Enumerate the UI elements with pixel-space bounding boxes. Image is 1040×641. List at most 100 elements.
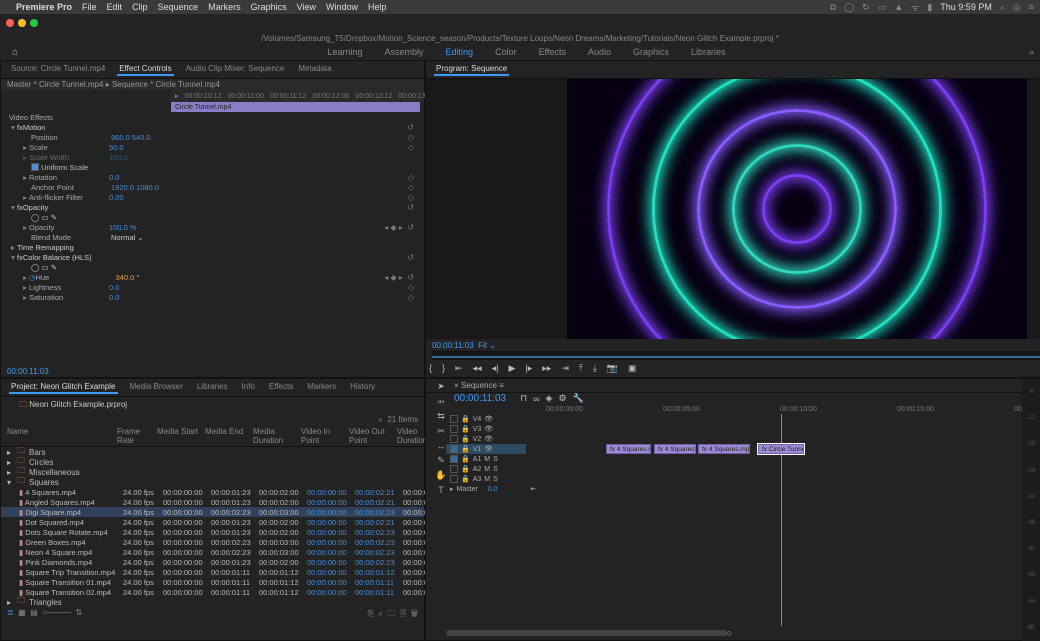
project-file-row[interactable]: ▮ Square Transition 01.mp424.00 fps00:00…: [1, 577, 424, 587]
lightness-value[interactable]: 0.0: [109, 283, 119, 292]
go-in-icon[interactable]: ⇤: [455, 363, 463, 374]
go-out-icon[interactable]: ⇥: [561, 363, 569, 374]
project-file-row[interactable]: ▮ Digi Square.mp424.00 fps00:00:00:0000:…: [1, 507, 424, 517]
colorbalance-heading[interactable]: Color Balance (HLS): [23, 253, 92, 262]
ripple-tool-icon[interactable]: ⇆: [429, 411, 453, 422]
keyframe-nav[interactable]: ◂ ◆ ▸ ↺: [384, 273, 414, 282]
bin-folder[interactable]: ▸🗀Triangles: [1, 597, 424, 607]
timeline-zoom-bar[interactable]: ○: [426, 626, 1040, 640]
timeline-clip[interactable]: fx 4 Squares.mp4: [654, 444, 696, 454]
twirl-icon[interactable]: ▾: [9, 203, 17, 212]
find-icon[interactable]: ⌕: [379, 609, 383, 618]
reset-icon[interactable]: ↺: [407, 123, 414, 132]
motion-heading[interactable]: Motion: [23, 123, 46, 132]
program-tc[interactable]: 00:00:11:03: [432, 341, 474, 350]
dropbox-icon[interactable]: ⧉: [830, 2, 836, 13]
project-file-row[interactable]: ▮ Neon 4 Square.mp424.00 fps00:00:00:000…: [1, 547, 424, 557]
project-file-row[interactable]: ▮ Square Transition 02.mp424.00 fps00:00…: [1, 587, 424, 597]
menu-file[interactable]: File: [82, 2, 97, 12]
track-select-tool-icon[interactable]: ⤔: [429, 396, 453, 407]
timeline-clip[interactable]: fx 4 Squares.mp4: [698, 444, 750, 454]
timeremap-heading[interactable]: Time Remapping: [17, 243, 74, 252]
marker-icon[interactable]: ◈: [546, 393, 553, 404]
zoom-fit[interactable]: Fit: [478, 341, 487, 350]
project-file-row[interactable]: ▮ Pink Diamonds.mp424.00 fps00:00:00:000…: [1, 557, 424, 567]
battery-icon[interactable]: ▮: [927, 2, 932, 13]
hand-tool-icon[interactable]: ✋: [429, 470, 453, 481]
app-name[interactable]: Premiere Pro: [16, 2, 72, 12]
col-ms[interactable]: Media Start: [157, 427, 205, 445]
col-md[interactable]: Media Duration: [253, 427, 301, 445]
step-fwd1-icon[interactable]: |▸: [525, 363, 532, 374]
new-bin-icon[interactable]: 🗀: [387, 609, 395, 618]
ws-color[interactable]: Color: [493, 46, 519, 58]
playhead-icon[interactable]: ▸: [175, 92, 179, 100]
ec-time-ruler[interactable]: ▸ 00:00:10:12 00:00:11:00 00:00:11:12 00…: [171, 90, 424, 102]
mark-out-icon[interactable]: }: [442, 363, 445, 374]
col-name[interactable]: Name: [7, 427, 117, 445]
menu-view[interactable]: View: [297, 2, 316, 12]
ec-current-tc[interactable]: 00:00:11:03: [7, 367, 49, 376]
timeline-clip-area[interactable]: fx 4 Squares.mp4fx 4 Squares.mp4fx 4 Squ…: [526, 414, 1040, 626]
twirl-icon[interactable]: ▾: [9, 123, 17, 132]
step-back1-icon[interactable]: ◂|: [492, 363, 499, 374]
list-view-icon[interactable]: ≣: [7, 608, 14, 617]
project-file-row[interactable]: ▮ Angled Squares.mp424.00 fps00:00:00:00…: [1, 497, 424, 507]
col-vo[interactable]: Video Out Point: [349, 427, 397, 445]
tab-media-browser[interactable]: Media Browser: [128, 381, 185, 394]
keyframe-icon[interactable]: ◇: [408, 143, 414, 152]
tab-program[interactable]: Program: Sequence: [434, 63, 509, 76]
twirl-icon[interactable]: ▸: [21, 143, 29, 152]
menu-edit[interactable]: Edit: [107, 2, 123, 12]
tab-libraries[interactable]: Libraries: [195, 381, 230, 394]
extract-icon[interactable]: ⤓: [593, 363, 597, 374]
menu-window[interactable]: Window: [326, 2, 358, 12]
ws-effects[interactable]: Effects: [537, 46, 568, 58]
timeline-ruler[interactable]: 00:00:00:00 00:00:05:00 00:00:10:00 00:0…: [426, 404, 1040, 414]
program-scrubber[interactable]: [432, 351, 1040, 360]
display-icon[interactable]: ▭: [878, 2, 887, 13]
lift-icon[interactable]: ⤒: [579, 363, 583, 374]
project-file-row[interactable]: ▮ 4 Squares.mp424.00 fps00:00:00:0000:00…: [1, 487, 424, 497]
timeline-tc[interactable]: 00:00:11:03: [446, 393, 514, 404]
twirl-icon[interactable]: ▸: [9, 243, 17, 252]
ws-assembly[interactable]: Assembly: [383, 46, 426, 58]
blend-value[interactable]: Normal: [111, 233, 135, 242]
mask-rect-icon[interactable]: ▭: [42, 213, 49, 222]
audio-meters[interactable]: -6-12-18-24-30-36-42-48-54dB: [1022, 379, 1040, 641]
position-value[interactable]: 960.0 540.0: [111, 133, 151, 142]
step-back-icon[interactable]: ◂◂: [473, 363, 482, 374]
saturation-value[interactable]: 0.0: [109, 293, 119, 302]
ec-clip-bar[interactable]: Circle Tunnel.mp4: [171, 102, 420, 112]
keyframe-icon[interactable]: ◇: [408, 133, 414, 142]
cc-icon[interactable]: ◯: [844, 2, 854, 13]
chevron-down-icon[interactable]: ⌄: [137, 233, 143, 242]
rotation-value[interactable]: 0.0: [109, 173, 119, 182]
sort-icon[interactable]: ⇅: [75, 608, 82, 617]
tab-markers[interactable]: Markers: [305, 381, 338, 394]
icon-view-icon[interactable]: ▦: [18, 608, 26, 617]
export-frame-icon[interactable]: 📷: [607, 363, 618, 374]
maximize-icon[interactable]: [30, 19, 38, 27]
opacity-heading[interactable]: Opacity: [23, 203, 48, 212]
filter-icon[interactable]: ⌕: [378, 415, 382, 425]
anchor-value[interactable]: 1920.0 1080.0: [111, 183, 159, 192]
keyframe-icon[interactable]: ◇: [408, 293, 414, 302]
hue-value[interactable]: 340.0 °: [116, 273, 140, 282]
minimize-icon[interactable]: [18, 19, 26, 27]
slip-tool-icon[interactable]: ↔: [429, 441, 453, 451]
ws-libraries[interactable]: Libraries: [689, 46, 728, 58]
play-icon[interactable]: ▶: [508, 363, 515, 374]
wrench-icon[interactable]: 🔧: [573, 393, 584, 404]
home-icon[interactable]: ⌂: [6, 47, 24, 58]
menu-markers[interactable]: Markers: [208, 2, 241, 12]
tab-metadata[interactable]: Metadata: [296, 63, 333, 76]
mark-in-icon[interactable]: {: [429, 363, 432, 374]
keyframe-icon[interactable]: ◇: [408, 183, 414, 192]
antiflicker-value[interactable]: 0.00: [109, 193, 124, 202]
col-fps[interactable]: Frame Rate: [117, 427, 157, 445]
tab-audio-mixer[interactable]: Audio Clip Mixer: Sequence: [184, 63, 287, 76]
window-controls[interactable]: [6, 19, 38, 27]
tab-info[interactable]: Info: [240, 381, 257, 394]
tab-history[interactable]: History: [348, 381, 377, 394]
